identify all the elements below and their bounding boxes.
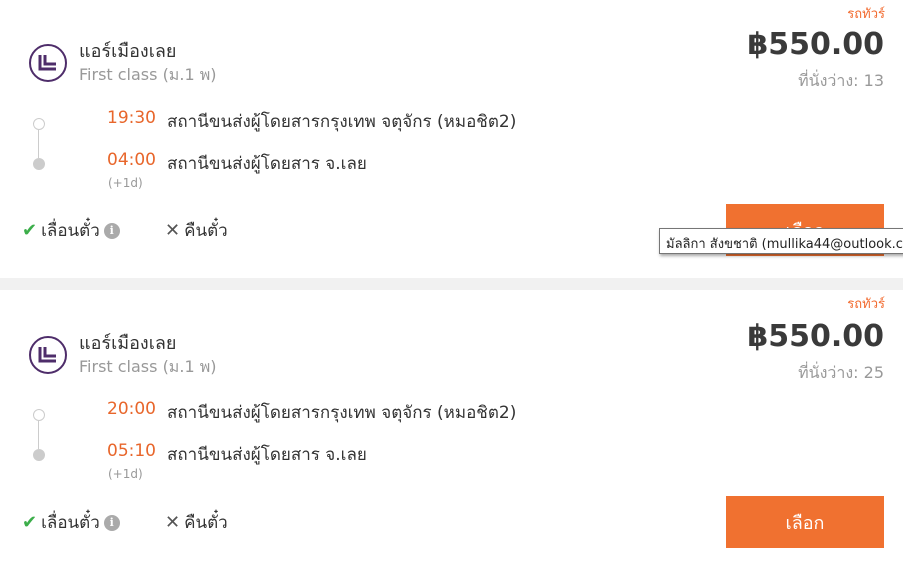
arrival-time: 04:00 (107, 150, 156, 170)
departure-time: 20:00 (107, 399, 156, 419)
departure-time: 19:30 (107, 108, 156, 128)
select-button[interactable]: เลือก (726, 496, 884, 548)
info-icon[interactable]: i (103, 222, 120, 239)
route-timeline (33, 409, 45, 461)
operator-name: แอร์เมืองเลย (79, 41, 177, 62)
reschedule-label: เลื่อนตั๋ว (41, 513, 100, 533)
arrival-dot-icon (33, 449, 45, 461)
operator-name: แอร์เมืองเลย (79, 333, 177, 354)
reschedule-label: เลื่อนตั๋ว (41, 221, 100, 241)
refund-label: คืนตั๋ว (184, 221, 228, 241)
arrival-day-offset: (+1d) (108, 176, 143, 190)
timeline-line (38, 130, 39, 158)
seats-available: ที่นั่งว่าง: 13 (798, 71, 884, 90)
bus-type-label: รถทัวร์ (847, 7, 885, 22)
close-icon: ✕ (165, 512, 181, 533)
info-icon[interactable]: i (103, 514, 120, 531)
refund-policy: ✕ คืนตั๋ว (165, 509, 228, 536)
reschedule-policy: ✔ เลื่อนตั๋ว i (22, 509, 120, 536)
card-separator (0, 278, 903, 290)
price: ฿550.00 (747, 27, 884, 62)
departure-station: สถานีขนส่งผู้โดยสารกรุงเทพ จตุจักร (หมอช… (167, 403, 517, 423)
arrival-time: 05:10 (107, 441, 156, 461)
route-timeline (33, 118, 45, 170)
departure-dot-icon (33, 409, 45, 421)
trip-card: รถทัวร์ แอร์เมืองเลย First class (ม.1 พ)… (0, 290, 903, 565)
operator-logo-icon (29, 336, 67, 374)
seats-available: ที่นั่งว่าง: 25 (798, 363, 884, 382)
arrival-station: สถานีขนส่งผู้โดยสาร จ.เลย (167, 445, 367, 465)
tooltip: มัลลิกา สังขชาติ (mullika44@outlook.c (659, 228, 903, 254)
check-icon: ✔ (22, 512, 38, 533)
refund-policy: ✕ คืนตั๋ว (165, 217, 228, 244)
arrival-station: สถานีขนส่งผู้โดยสาร จ.เลย (167, 154, 367, 174)
bus-class: First class (ม.1 พ) (79, 65, 217, 84)
departure-dot-icon (33, 118, 45, 130)
refund-label: คืนตั๋ว (184, 513, 228, 533)
arrival-day-offset: (+1d) (108, 467, 143, 481)
arrival-dot-icon (33, 158, 45, 170)
price: ฿550.00 (747, 319, 884, 354)
reschedule-policy: ✔ เลื่อนตั๋ว i (22, 217, 120, 244)
bus-type-label: รถทัวร์ (847, 297, 885, 312)
operator-logo-icon (29, 44, 67, 82)
departure-station: สถานีขนส่งผู้โดยสารกรุงเทพ จตุจักร (หมอช… (167, 112, 517, 132)
check-icon: ✔ (22, 220, 38, 241)
close-icon: ✕ (165, 220, 181, 241)
timeline-line (38, 421, 39, 449)
bus-class: First class (ม.1 พ) (79, 357, 217, 376)
